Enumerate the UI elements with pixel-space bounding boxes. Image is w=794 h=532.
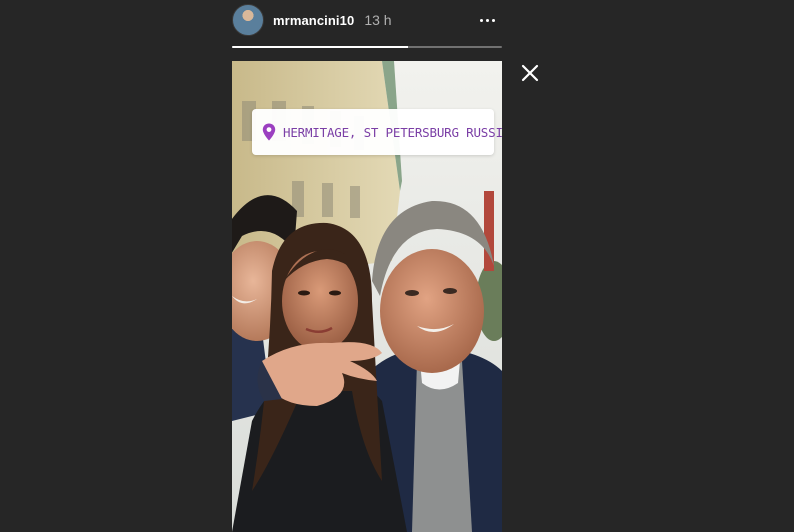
location-label: HERMITAGE, ST PETERSBURG RUSSIA xyxy=(283,124,502,140)
timestamp: 13 h xyxy=(364,12,392,28)
more-horizontal-icon[interactable] xyxy=(476,10,498,30)
location-pin-icon xyxy=(262,123,276,141)
location-sticker[interactable]: HERMITAGE, ST PETERSBURG RUSSIA xyxy=(252,109,502,155)
close-icon[interactable] xyxy=(519,62,541,84)
avatar[interactable] xyxy=(232,4,264,36)
username[interactable]: mrmancini10 xyxy=(273,13,354,28)
story-media[interactable]: HERMITAGE, ST PETERSBURG RUSSIA xyxy=(232,61,502,532)
story-header: mrmancini10 13 h xyxy=(232,4,502,36)
story-progress-bar xyxy=(232,46,502,48)
story-progress-fill xyxy=(232,46,408,48)
